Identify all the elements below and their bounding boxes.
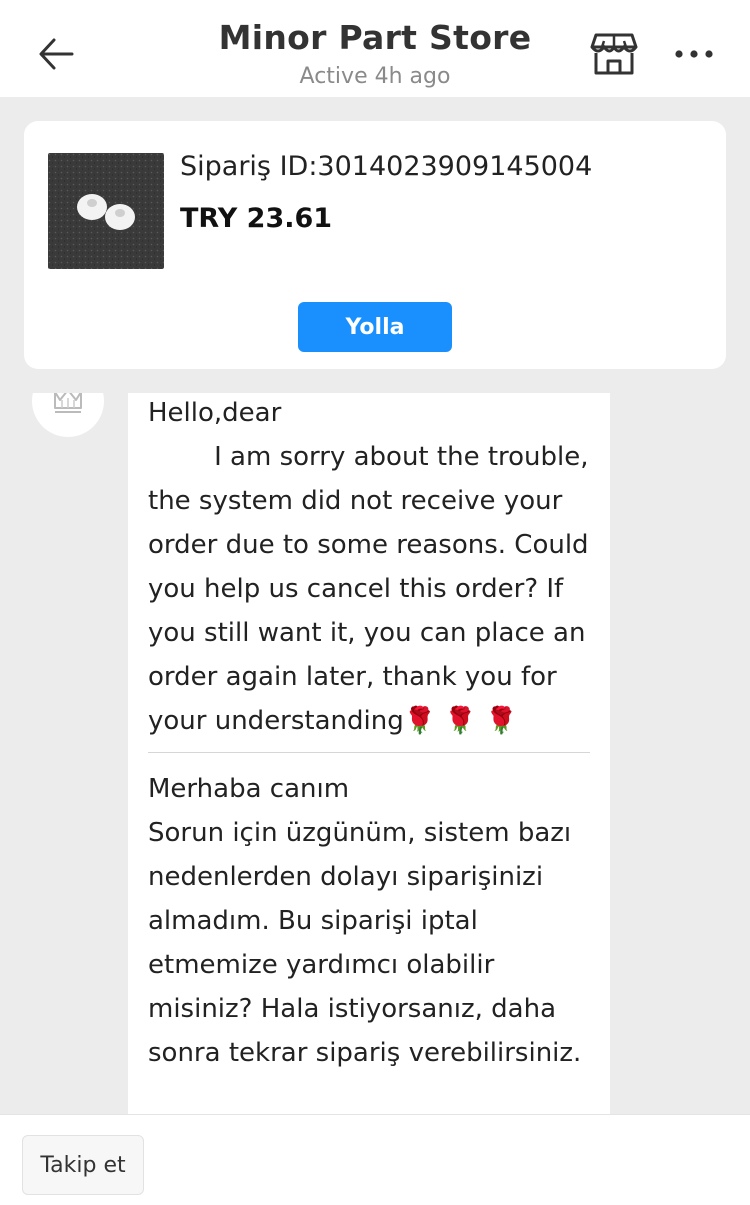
- order-card[interactable]: Sipariş ID:3014023909145004 TRY 23.61 Yo…: [24, 121, 726, 369]
- send-order-button[interactable]: Yolla: [298, 302, 452, 352]
- bottom-bar: Takip et: [0, 1114, 750, 1205]
- message-bubble[interactable]: Hello,dear I am sorry about the trouble,…: [128, 389, 610, 1114]
- order-price: TRY 23.61: [180, 203, 333, 234]
- order-id-text: Sipariş ID:3014023909145004: [180, 151, 593, 182]
- message-text-english: Hello,dear I am sorry about the trouble,…: [148, 398, 589, 736]
- store-icon: [590, 33, 638, 75]
- message-text-turkish: Merhaba canım Sorun için üzgünüm, sistem…: [148, 774, 582, 1068]
- store-button[interactable]: [588, 28, 640, 80]
- order-panel: Sipariş ID:3014023909145004 TRY 23.61 Yo…: [0, 97, 750, 393]
- more-options-button[interactable]: [670, 32, 718, 76]
- follow-button[interactable]: Takip et: [22, 1135, 144, 1195]
- more-horizontal-icon: [675, 50, 713, 58]
- product-image[interactable]: [48, 153, 164, 269]
- chat-header: Minor Part Store Active 4h ago: [0, 0, 750, 97]
- message-divider: [148, 752, 590, 753]
